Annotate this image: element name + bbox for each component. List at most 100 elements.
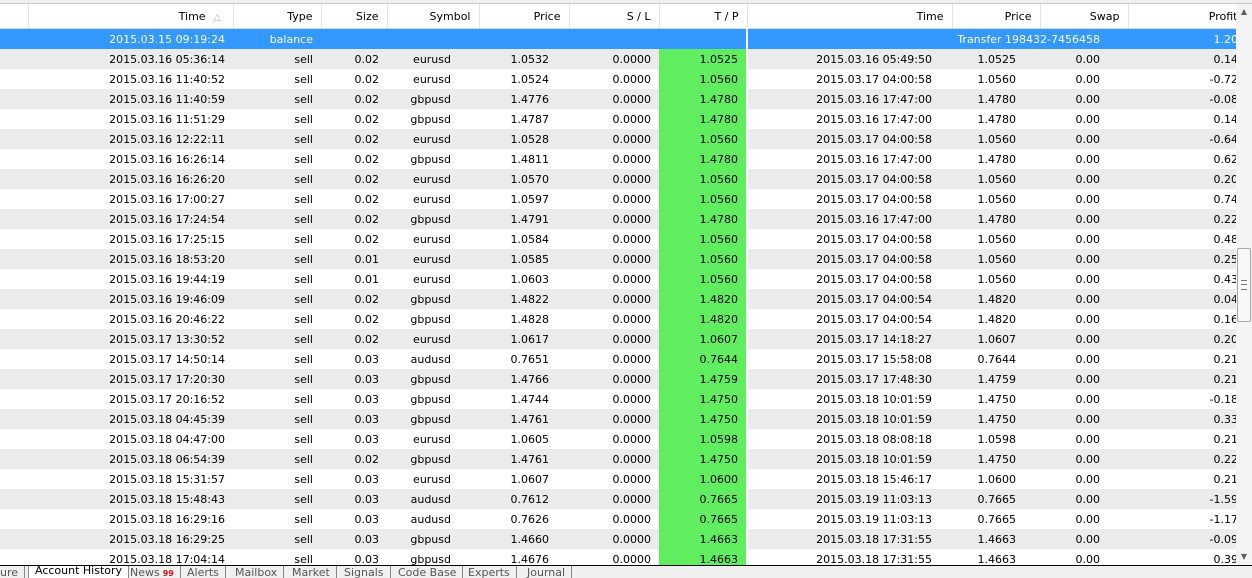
cell-close-price: 1.4759 — [952, 369, 1040, 389]
cell-symbol: gbpusd — [387, 149, 479, 169]
table-row[interactable]: 2015.03.16 19:46:09 sell 0.02 gbpusd 1.4822 0… — [0, 289, 1236, 309]
cell-swap: 0.00 — [1040, 309, 1128, 329]
tab-account-history[interactable]: Account History — [28, 566, 130, 578]
cell-symbol: gbpusd — [387, 389, 479, 409]
cell-open-time: 2015.03.18 04:47:00 — [28, 429, 233, 449]
column-header-type[interactable]: Type — [233, 4, 322, 29]
table-row[interactable]: 2015.03.16 11:40:59 sell 0.02 gbpusd 1.4776 0… — [0, 89, 1236, 109]
cell-swap: 0.00 — [1040, 409, 1128, 429]
table-row[interactable]: 2015.03.16 11:40:52 sell 0.02 eurusd 1.0524 0… — [0, 69, 1236, 89]
column-header-tp[interactable]: T / P — [659, 4, 748, 29]
tab-market[interactable]: Market — [286, 566, 337, 578]
balance-row[interactable]: 2015.03.15 09:19:24 balance Transfer 198… — [0, 28, 1236, 49]
cell-type: sell — [233, 89, 321, 109]
column-header-symbol[interactable]: Symbol — [387, 4, 480, 29]
cell-close-price: 0.7665 — [952, 489, 1040, 509]
table-row[interactable]: 2015.03.17 17:20:30 sell 0.03 gbpusd 1.4766 0… — [0, 369, 1236, 389]
column-header-sl[interactable]: S / L — [569, 4, 660, 29]
column-header-blank[interactable] — [0, 4, 29, 29]
cell-sl: 0.0000 — [569, 409, 659, 429]
cell-close-price: 1.4780 — [952, 209, 1040, 229]
table-row[interactable]: 2015.03.16 05:36:14 sell 0.02 eurusd 1.0532 0… — [0, 49, 1236, 69]
cell-size: 0.02 — [321, 229, 387, 249]
scroll-down-arrow-icon[interactable]: ▼ — [1236, 549, 1252, 565]
cell-open-time: 2015.03.17 17:20:30 — [28, 369, 233, 389]
cell-close-time: 2015.03.18 17:31:55 — [747, 529, 952, 549]
cell-type: sell — [233, 329, 321, 349]
column-header-close-price[interactable]: Price — [952, 4, 1041, 29]
table-row[interactable]: 2015.03.18 06:54:39 sell 0.02 gbpusd 1.4761 0… — [0, 449, 1236, 469]
tab-label: Journal — [527, 566, 566, 578]
vertical-scrollbar[interactable]: ▲ ▼ — [1236, 4, 1252, 565]
scroll-up-arrow-icon[interactable]: ▲ — [1236, 4, 1252, 20]
table-row[interactable]: 2015.03.16 20:46:22 sell 0.02 gbpusd 1.4828 0… — [0, 309, 1236, 329]
cell-close-time: 2015.03.17 14:18:27 — [747, 329, 952, 349]
tab-experts[interactable]: Experts — [462, 566, 517, 578]
cell-close-price: 1.0607 — [952, 329, 1040, 349]
cell-size: 0.02 — [321, 109, 387, 129]
table-row[interactable]: 2015.03.16 19:44:19 sell 0.01 eurusd 1.0603 0… — [0, 269, 1236, 289]
cell-sl: 0.0000 — [569, 269, 659, 289]
cell-close-time: 2015.03.19 11:03:13 — [747, 489, 952, 509]
cell-open-price: 1.0597 — [479, 189, 569, 209]
cell-type: sell — [233, 389, 321, 409]
tab-signals[interactable]: Signals — [338, 566, 391, 578]
column-header-profit[interactable]: Profit — [1128, 4, 1236, 29]
tab-journal[interactable]: Journal — [521, 566, 573, 578]
table-row[interactable]: 2015.03.16 17:00:27 sell 0.02 eurusd 1.0597 0… — [0, 189, 1236, 209]
table-row[interactable]: 2015.03.16 11:51:29 sell 0.02 gbpusd 1.4787 0… — [0, 109, 1236, 129]
column-header-swap[interactable]: Swap — [1040, 4, 1129, 29]
table-row[interactable]: 2015.03.18 04:45:39 sell 0.03 gbpusd 1.4761 0… — [0, 409, 1236, 429]
table-row[interactable]: 2015.03.18 17:04:14 sell 0.03 gbpusd 1.4676 0… — [0, 549, 1236, 565]
cell-type: sell — [233, 369, 321, 389]
cell-open-price: 1.4744 — [479, 389, 569, 409]
cell-tp: 1.4780 — [659, 149, 748, 169]
table-row[interactable]: 2015.03.18 04:47:00 sell 0.03 eurusd 1.0605 0… — [0, 429, 1236, 449]
tab-code-base[interactable]: Code Base — [392, 566, 464, 578]
tab-alerts[interactable]: Alerts — [181, 566, 226, 578]
cell-open-time: 2015.03.18 17:04:14 — [28, 549, 233, 565]
cell-profit: 0.20 — [1128, 169, 1236, 189]
table-row[interactable]: 2015.03.16 16:26:14 sell 0.02 gbpusd 1.4811 0… — [0, 149, 1236, 169]
cell-swap: 0.00 — [1040, 269, 1128, 289]
cell-close-price: 1.4750 — [952, 409, 1040, 429]
tab-news[interactable]: News 99 — [124, 566, 181, 578]
column-header-open-price[interactable]: Price — [479, 4, 570, 29]
cell-tp: 1.0600 — [659, 469, 748, 489]
column-header-close-time[interactable]: Time — [747, 4, 953, 29]
table-row[interactable]: 2015.03.16 16:26:20 sell 0.02 eurusd 1.0570 0… — [0, 169, 1236, 189]
cell-close-time: 2015.03.16 05:49:50 — [747, 49, 952, 69]
tab-ure[interactable]: ure — [0, 566, 26, 578]
cell-close-price: 1.4750 — [952, 449, 1040, 469]
cell-close-price: 1.0598 — [952, 429, 1040, 449]
cell-open-price: 1.0607 — [479, 469, 569, 489]
cell-close-price: 1.4820 — [952, 309, 1040, 329]
table-row[interactable]: 2015.03.18 15:31:57 sell 0.03 eurusd 1.0607 0… — [0, 469, 1236, 489]
table-row[interactable]: 2015.03.16 12:22:11 sell 0.02 eurusd 1.0528 0… — [0, 129, 1236, 149]
scrollbar-thumb[interactable] — [1237, 248, 1251, 322]
column-header-size[interactable]: Size — [321, 4, 388, 29]
table-row[interactable]: 2015.03.18 16:29:16 sell 0.03 audusd 0.7626 0… — [0, 509, 1236, 529]
cell-close-price: 1.4820 — [952, 289, 1040, 309]
column-header-open-time[interactable]: Time △ — [28, 4, 234, 29]
tab-mailbox[interactable]: Mailbox — [229, 566, 285, 578]
cell-type: sell — [233, 409, 321, 429]
cell-swap: 0.00 — [1040, 189, 1128, 209]
cell-tp: 1.4663 — [659, 529, 748, 549]
table-row[interactable]: 2015.03.16 18:53:20 sell 0.01 eurusd 1.0585 0… — [0, 249, 1236, 269]
table-row[interactable]: 2015.03.16 17:24:54 sell 0.02 gbpusd 1.4791 0… — [0, 209, 1236, 229]
cell-tp: 1.4780 — [659, 89, 748, 109]
table-row[interactable]: 2015.03.17 13:30:52 sell 0.02 eurusd 1.0617 0… — [0, 329, 1236, 349]
cell-open-price: 1.4766 — [479, 369, 569, 389]
cell-tp: 1.4750 — [659, 389, 748, 409]
table-row[interactable]: 2015.03.18 15:48:43 sell 0.03 audusd 0.7612 0… — [0, 489, 1236, 509]
cell-sl: 0.0000 — [569, 469, 659, 489]
table-row[interactable]: 2015.03.17 20:16:52 sell 0.03 gbpusd 1.4744 0… — [0, 389, 1236, 409]
cell-sl: 0.0000 — [569, 249, 659, 269]
cell-close-time: 2015.03.18 10:01:59 — [747, 449, 952, 469]
cell-size: 0.02 — [321, 89, 387, 109]
table-row[interactable]: 2015.03.18 16:29:25 sell 0.03 gbpusd 1.4660 0… — [0, 529, 1236, 549]
table-row[interactable]: 2015.03.16 17:25:15 sell 0.02 eurusd 1.0584 0… — [0, 229, 1236, 249]
cell-swap: 0.00 — [1040, 149, 1128, 169]
table-row[interactable]: 2015.03.17 14:50:14 sell 0.03 audusd 0.7651 0… — [0, 349, 1236, 369]
